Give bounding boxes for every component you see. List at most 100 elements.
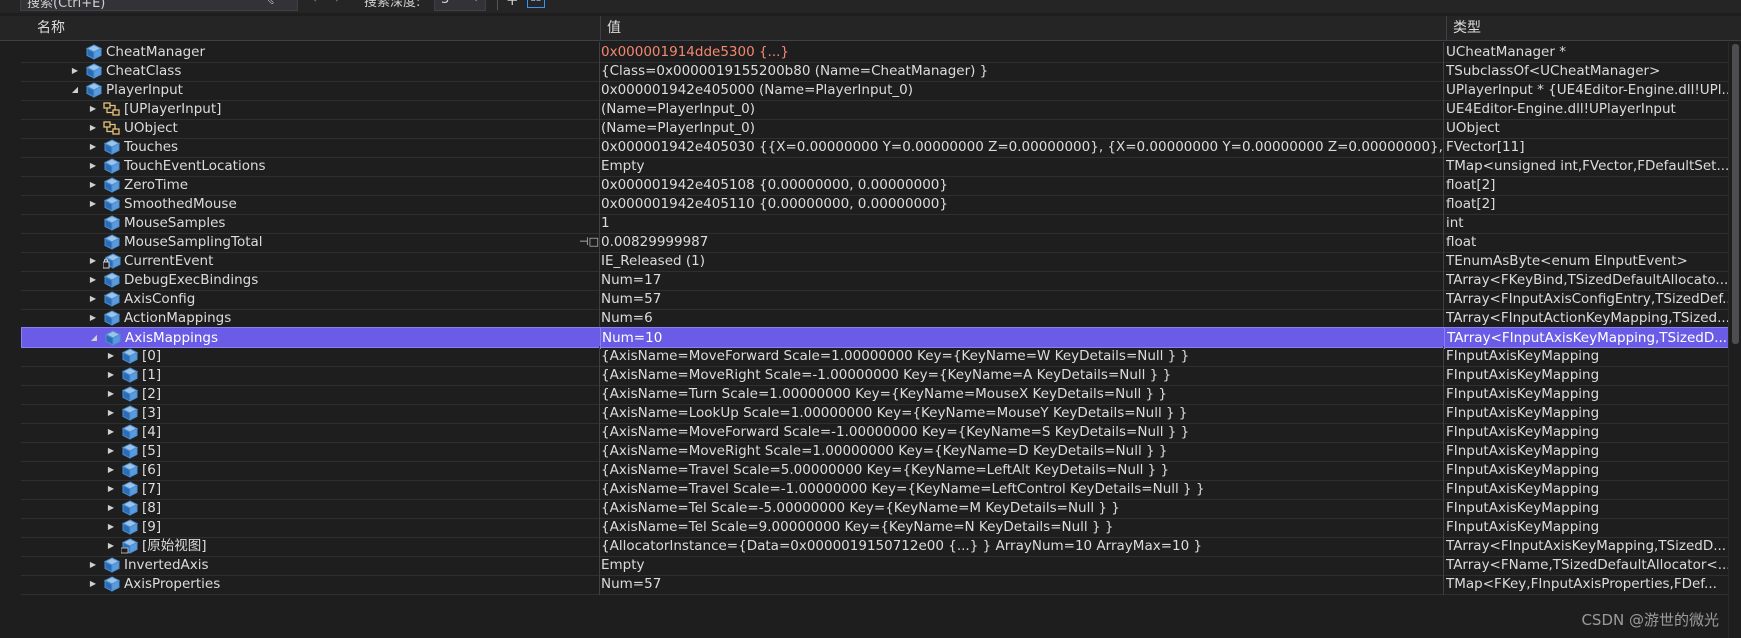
collapse-arrow-icon[interactable]: ◢: [88, 328, 100, 348]
watch-row[interactable]: ▶ SmoothedMouse 0x000001942e405110 {0.0000…: [21, 194, 1728, 215]
watch-row[interactable]: ▶ [5] {AxisName=MoveRight Scale=1.00000000…: [21, 441, 1728, 462]
watch-row[interactable]: CheatManager 0x000001914dde5300 {...} UChe…: [21, 42, 1728, 63]
column-divider[interactable]: [1443, 441, 1444, 462]
column-divider[interactable]: [1443, 460, 1444, 481]
value-cell[interactable]: Empty: [601, 156, 1445, 176]
column-divider[interactable]: [1443, 346, 1444, 367]
expand-arrow-icon[interactable]: ▶: [105, 536, 117, 556]
watch-row[interactable]: ▶ [3] {AxisName=LookUp Scale=1.00000000 Ke…: [21, 403, 1728, 424]
column-divider[interactable]: [1443, 251, 1444, 272]
expand-arrow-icon[interactable]: ▶: [105, 479, 117, 499]
expand-arrow-icon[interactable]: ▶: [105, 422, 117, 442]
column-divider[interactable]: [599, 118, 600, 139]
column-divider[interactable]: [599, 61, 600, 82]
value-cell[interactable]: {Class=0x0000019155200b80 (Name=CheatMan…: [601, 61, 1445, 81]
column-divider[interactable]: [599, 270, 600, 291]
column-divider[interactable]: [599, 175, 600, 196]
value-cell[interactable]: {AxisName=Travel Scale=-1.00000000 Key={…: [601, 479, 1445, 499]
column-divider[interactable]: [1443, 80, 1444, 101]
column-divider[interactable]: [1443, 213, 1444, 234]
column-divider[interactable]: [599, 137, 600, 158]
collapse-arrow-icon[interactable]: ◢: [69, 80, 81, 100]
expand-arrow-icon[interactable]: ▶: [105, 517, 117, 537]
value-cell[interactable]: Empty: [601, 555, 1445, 575]
column-divider[interactable]: [599, 441, 600, 462]
watch-row[interactable]: ◢ PlayerInput 0x000001942e405000 (Name=Pla…: [21, 80, 1728, 101]
expand-arrow-icon[interactable]: ▶: [87, 99, 99, 119]
value-cell[interactable]: 0.00829999987: [601, 232, 1445, 252]
column-divider[interactable]: [599, 194, 600, 215]
watch-row[interactable]: ▶ [0] {AxisName=MoveForward Scale=1.000000…: [21, 346, 1728, 367]
expand-arrow-icon[interactable]: ▶: [87, 137, 99, 157]
value-cell[interactable]: 0x000001914dde5300 {...}: [601, 42, 1445, 62]
watch-row[interactable]: ◢ AxisMappings Num=10 TArray<FInputAxisKeyM…: [21, 327, 1728, 349]
value-cell[interactable]: Num=17: [601, 270, 1445, 290]
column-divider[interactable]: [599, 479, 600, 500]
column-divider[interactable]: [1443, 232, 1444, 253]
column-divider[interactable]: [1443, 536, 1444, 557]
column-divider[interactable]: [599, 555, 600, 576]
value-cell[interactable]: Num=57: [601, 289, 1445, 309]
value-cell[interactable]: (Name=PlayerInput_0): [601, 118, 1445, 138]
value-cell[interactable]: {AxisName=Travel Scale=5.00000000 Key={K…: [601, 460, 1445, 480]
column-divider[interactable]: [599, 308, 600, 329]
search-icon[interactable]: 🔍︎: [258, 0, 275, 6]
column-divider[interactable]: [599, 80, 600, 101]
expand-arrow-icon[interactable]: ▶: [105, 365, 117, 385]
value-cell[interactable]: {AxisName=MoveRight Scale=-1.00000000 Ke…: [601, 365, 1445, 385]
add-watch-icon[interactable]: +: [506, 0, 519, 9]
column-divider[interactable]: [1443, 403, 1444, 424]
watch-row[interactable]: ▶ [8] {AxisName=Tel Scale=-5.00000000 Key=…: [21, 498, 1728, 519]
column-divider[interactable]: [599, 498, 600, 519]
expand-arrow-icon[interactable]: ▶: [87, 270, 99, 290]
expand-arrow-icon[interactable]: ▶: [105, 346, 117, 366]
column-divider[interactable]: [599, 460, 600, 481]
watch-row[interactable]: ▶ [2] {AxisName=Turn Scale=1.00000000 Key=…: [21, 384, 1728, 405]
value-cell[interactable]: {AxisName=Tel Scale=-5.00000000 Key={Key…: [601, 498, 1445, 518]
watch-row[interactable]: ▶ [6] {AxisName=Travel Scale=5.00000000 Ke…: [21, 460, 1728, 481]
column-divider[interactable]: [599, 251, 600, 272]
vertical-scrollbar[interactable]: [1728, 42, 1741, 638]
watch-row[interactable]: ▶ InvertedAxis Empty TArray<FName,TSizedDef…: [21, 555, 1728, 576]
watch-row[interactable]: ▶ [9] {AxisName=Tel Scale=9.00000000 Key={…: [21, 517, 1728, 538]
search-input[interactable]: 搜索(Ctrl+E) 🔍︎ ▼: [20, 0, 298, 11]
column-divider[interactable]: [1443, 574, 1444, 595]
expand-arrow-icon[interactable]: ▶: [105, 460, 117, 480]
column-divider[interactable]: [1443, 42, 1444, 63]
watch-row[interactable]: ▶ UObject (Name=PlayerInput_0) UObject: [21, 118, 1728, 139]
column-divider[interactable]: [599, 232, 600, 253]
search-dropdown-icon[interactable]: ▼: [283, 0, 291, 2]
column-divider[interactable]: [1443, 118, 1444, 139]
column-header-name[interactable]: 名称: [30, 16, 600, 41]
column-divider[interactable]: [599, 384, 600, 405]
column-divider[interactable]: [1443, 308, 1444, 329]
column-divider[interactable]: [1443, 479, 1444, 500]
column-divider[interactable]: [599, 289, 600, 310]
column-divider[interactable]: [1443, 517, 1444, 538]
value-cell[interactable]: 0x000001942e405030 {{X=0.00000000 Y=0.00…: [601, 137, 1445, 157]
value-cell[interactable]: {AxisName=Turn Scale=1.00000000 Key={Key…: [601, 384, 1445, 404]
value-cell[interactable]: 0x000001942e405000 (Name=PlayerInput_0): [601, 80, 1445, 100]
value-cell[interactable]: 0x000001942e405110 {0.00000000, 0.000000…: [601, 194, 1445, 214]
search-nav-arrows[interactable]: ← →: [312, 0, 340, 7]
expand-arrow-icon[interactable]: ▶: [87, 289, 99, 309]
value-cell[interactable]: {AxisName=LookUp Scale=1.00000000 Key={K…: [601, 403, 1445, 423]
column-header-value[interactable]: 值: [600, 16, 1446, 41]
value-cell[interactable]: {AxisName=MoveForward Scale=1.00000000 K…: [601, 346, 1445, 366]
expand-arrow-icon[interactable]: ▶: [105, 403, 117, 423]
expand-arrow-icon[interactable]: ▶: [87, 194, 99, 214]
value-cell[interactable]: 1: [601, 213, 1445, 233]
column-header-type[interactable]: 类型: [1446, 16, 1741, 41]
value-cell[interactable]: Num=6: [601, 308, 1445, 328]
watch-row[interactable]: ▶ DebugExecBindings Num=17 TArray<FKeyBind,…: [21, 270, 1728, 291]
column-divider[interactable]: [1443, 137, 1444, 158]
column-divider[interactable]: [1443, 289, 1444, 310]
column-divider[interactable]: [1443, 99, 1444, 120]
value-cell[interactable]: (Name=PlayerInput_0): [601, 99, 1445, 119]
column-divider[interactable]: [1443, 270, 1444, 291]
expand-arrow-icon[interactable]: ▶: [87, 574, 99, 594]
watch-row[interactable]: ▶ [1] {AxisName=MoveRight Scale=-1.0000000…: [21, 365, 1728, 386]
expand-arrow-icon[interactable]: ▶: [105, 441, 117, 461]
hex-display-icon[interactable]: ab: [527, 0, 545, 8]
column-divider[interactable]: [599, 42, 600, 63]
